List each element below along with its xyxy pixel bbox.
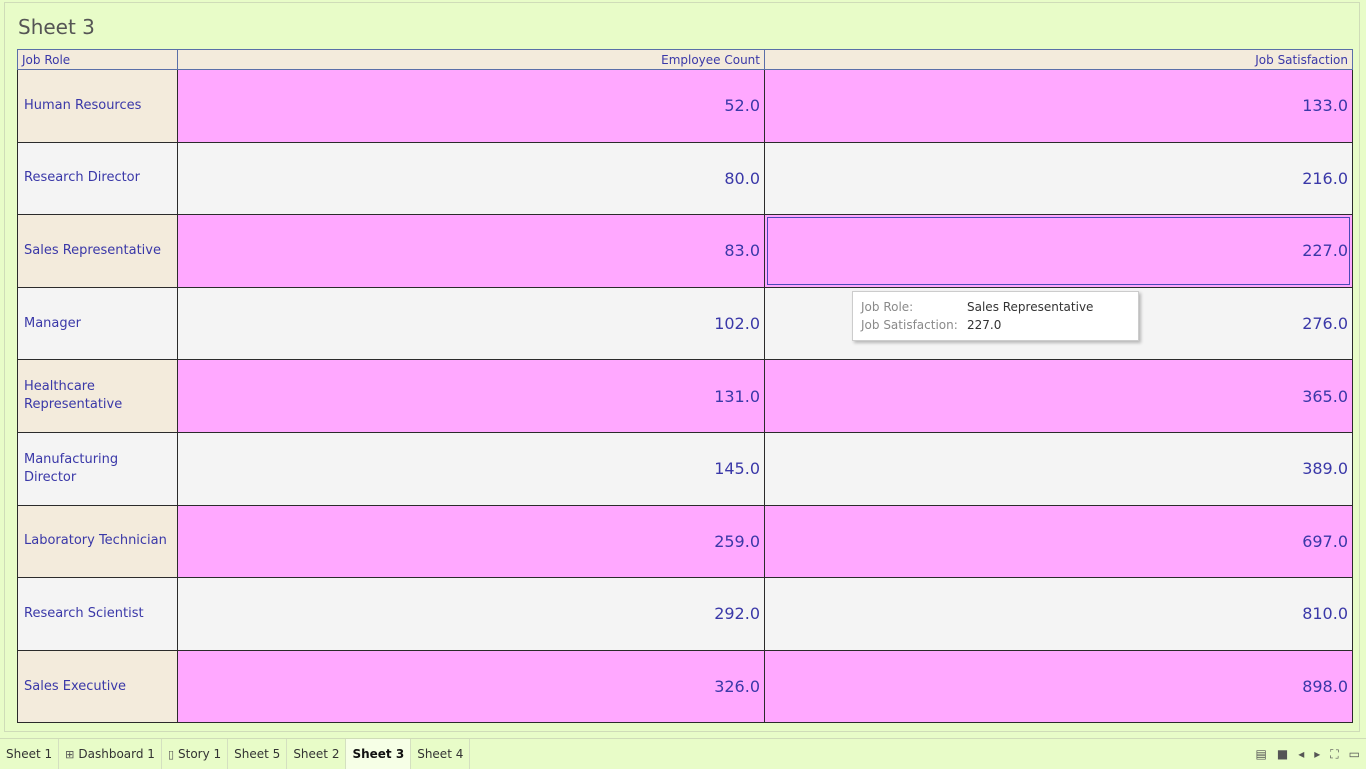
job-role-cell[interactable]: Manufacturing Director (17, 431, 178, 506)
table-row: Healthcare Representative 131.0 365.0 (17, 359, 1353, 433)
tab-story-1[interactable]: ▯ Story 1 (162, 739, 229, 769)
sheet-title: Sheet 3 (18, 15, 95, 39)
header-job-role[interactable]: Job Role (17, 49, 178, 70)
tab-label: Sheet 5 (234, 747, 281, 761)
tab-label: Sheet 1 (6, 747, 53, 761)
job-satisfaction-cell[interactable]: 216.0 (764, 141, 1353, 216)
tab-sheet-2[interactable]: Sheet 2 (287, 739, 347, 769)
sheet-navigation: ▤ ■ ◂ ▸ ⛶ ▭ (1256, 739, 1361, 769)
tooltip-role-label: Job Role: (861, 300, 914, 314)
table-row: Manufacturing Director 145.0 389.0 (17, 431, 1353, 506)
tab-label: Story 1 (178, 747, 222, 761)
mark-tooltip: Job Role: Sales Representative Job Satis… (852, 291, 1139, 341)
tab-sheet-1[interactable]: Sheet 1 (0, 739, 60, 769)
tab-view-icon[interactable]: ■ (1277, 747, 1288, 761)
employee-count-cell[interactable]: 145.0 (177, 431, 765, 506)
job-satisfaction-cell[interactable]: 810.0 (764, 577, 1353, 651)
employee-count-cell[interactable]: 131.0 (177, 359, 765, 433)
employee-count-cell[interactable]: 80.0 (177, 141, 765, 216)
crosstab-table: Job Role Employee Count Job Satisfaction… (17, 49, 1353, 724)
table-row: Research Director 80.0 216.0 (17, 141, 1353, 216)
fullscreen-icon[interactable]: ⛶ (1330, 747, 1338, 762)
tab-sheet-5[interactable]: Sheet 5 (228, 739, 288, 769)
header-employee-count[interactable]: Employee Count (177, 49, 765, 70)
presentation-mode-icon[interactable]: ▭ (1349, 747, 1360, 761)
table-row: Research Scientist 292.0 810.0 (17, 577, 1353, 651)
header-row: Job Role Employee Count Job Satisfaction (17, 49, 1353, 70)
employee-count-cell[interactable]: 292.0 (177, 577, 765, 651)
employee-count-cell[interactable]: 326.0 (177, 649, 765, 724)
table-row: Human Resources 52.0 133.0 (17, 69, 1353, 143)
job-role-cell[interactable]: Research Director (17, 141, 178, 216)
sheet-tab-bar: Sheet 1 ⊞ Dashboard 1 ▯ Story 1 Sheet 5 … (0, 738, 1366, 769)
tooltip-satisfaction-value: 227.0 (967, 318, 1002, 332)
employee-count-cell[interactable]: 83.0 (177, 214, 765, 288)
tab-label: Sheet 3 (352, 747, 405, 761)
job-role-cell[interactable]: Sales Executive (17, 649, 178, 724)
tab-label: Sheet 4 (417, 747, 464, 761)
story-icon: ▯ (167, 747, 174, 761)
job-satisfaction-cell[interactable]: 697.0 (764, 504, 1353, 579)
job-satisfaction-cell[interactable]: 365.0 (764, 359, 1353, 433)
next-sheet-icon[interactable]: ▸ (1314, 747, 1320, 761)
filmstrip-view-icon[interactable]: ▤ (1256, 747, 1267, 761)
tooltip-role-row: Job Role: Sales Representative (861, 300, 1130, 318)
tooltip-satisfaction-label: Job Satisfaction: (861, 318, 958, 332)
tooltip-role-value: Sales Representative (967, 300, 1094, 314)
tooltip-satisfaction-row: Job Satisfaction: 227.0 (861, 318, 1130, 336)
header-job-satisfaction[interactable]: Job Satisfaction (764, 49, 1353, 70)
employee-count-cell[interactable]: 259.0 (177, 504, 765, 579)
tab-label: Sheet 2 (293, 747, 340, 761)
worksheet-view: Sheet 3 Job Role Employee Count Job Sati… (4, 2, 1360, 732)
table-row: Laboratory Technician 259.0 697.0 (17, 504, 1353, 579)
job-satisfaction-cell[interactable]: 898.0 (764, 649, 1353, 724)
table-row: Manager 102.0 276.0 (17, 286, 1353, 361)
employee-count-cell[interactable]: 102.0 (177, 286, 765, 361)
dashboard-icon: ⊞ (65, 747, 75, 761)
job-role-cell[interactable]: Manager (17, 286, 178, 361)
job-satisfaction-cell-selected[interactable]: 227.0 (764, 214, 1353, 288)
tab-sheet-3[interactable]: Sheet 3 (346, 739, 412, 769)
job-satisfaction-cell[interactable]: 133.0 (764, 69, 1353, 143)
previous-sheet-icon[interactable]: ◂ (1298, 747, 1304, 761)
table-row: Sales Executive 326.0 898.0 (17, 649, 1353, 724)
job-role-cell[interactable]: Human Resources (17, 69, 178, 143)
employee-count-cell[interactable]: 52.0 (177, 69, 765, 143)
job-role-cell[interactable]: Laboratory Technician (17, 504, 178, 579)
tab-label: Dashboard 1 (78, 747, 155, 761)
job-role-cell[interactable]: Healthcare Representative (17, 359, 178, 433)
job-role-cell[interactable]: Sales Representative (17, 214, 178, 288)
tab-sheet-4[interactable]: Sheet 4 (411, 739, 471, 769)
tab-dashboard-1[interactable]: ⊞ Dashboard 1 (59, 739, 162, 769)
table-row: Sales Representative 83.0 227.0 (17, 214, 1353, 288)
job-satisfaction-cell[interactable]: 389.0 (764, 431, 1353, 506)
job-role-cell[interactable]: Research Scientist (17, 577, 178, 651)
